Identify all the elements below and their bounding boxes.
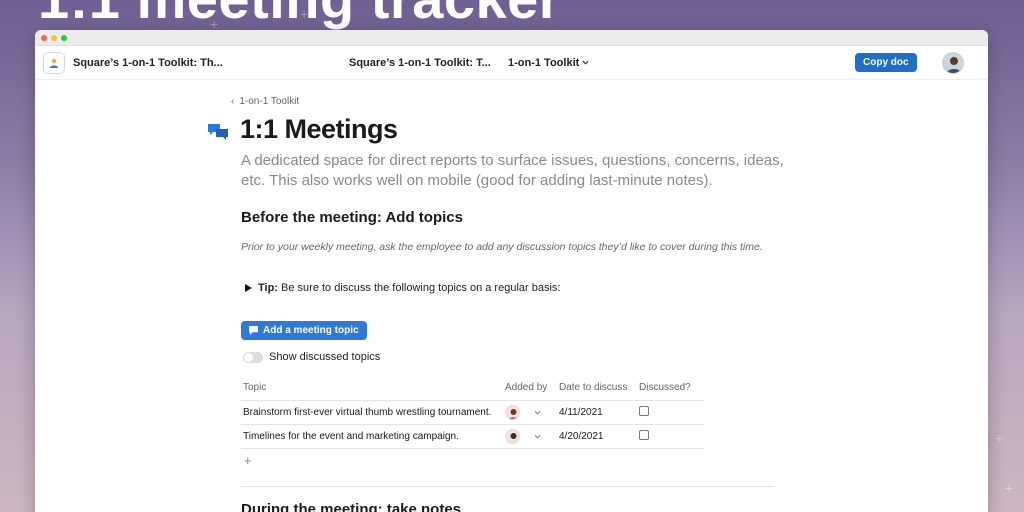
chevron-down-icon[interactable] [534,433,541,440]
tip-text: Be sure to discuss the following topics … [281,282,561,294]
added-by-cell[interactable] [503,400,557,425]
maximize-window-button[interactable] [61,34,67,41]
app-header: Square’s 1-on-1 Toolkit: Th... Square’s … [35,46,988,80]
column-header-topic[interactable]: Topic [241,375,503,401]
app-window: Square’s 1-on-1 Toolkit: Th... Square’s … [35,30,988,512]
chevron-down-icon[interactable] [534,409,541,416]
column-header-date[interactable]: Date to discuss [557,375,637,401]
discussed-cell [637,400,704,425]
section-heading-before: Before the meeting: Add topics [241,209,463,226]
added-by-cell[interactable] [503,424,557,449]
chat-bubbles-icon [207,122,229,147]
doc-logo-icon[interactable] [43,51,65,74]
topic-cell[interactable]: Timelines for the event and marketing ca… [241,424,503,449]
discussed-checkbox[interactable] [639,405,649,416]
table-row[interactable]: Timelines for the event and marketing ca… [241,424,704,449]
copy-doc-button[interactable]: Copy doc [855,53,917,72]
window-titlebar [35,30,988,46]
show-discussed-label: Show discussed topics [269,351,381,363]
date-cell[interactable]: 4/11/2021 [557,400,637,425]
user-avatar[interactable] [942,52,964,74]
minimize-window-button[interactable] [51,34,57,41]
tip-label: Tip: [258,282,278,294]
page-subtitle: A dedicated space for direct reports to … [241,152,784,189]
section-divider [241,486,774,487]
column-header-added-by[interactable]: Added by [503,375,557,401]
add-meeting-topic-button[interactable]: Add a meeting topic [241,321,367,340]
close-window-button[interactable] [41,34,47,41]
chevron-down-icon [582,60,589,65]
discussed-checkbox[interactable] [639,429,649,440]
section-heading-during: During the meeting: take notes [241,501,462,512]
toolkit-menu[interactable]: 1-on-1 Toolkit [508,57,589,69]
triangle-right-icon [245,284,252,292]
toolkit-menu-label: 1-on-1 Toolkit [508,56,580,69]
doc-title[interactable]: Square’s 1-on-1 Toolkit: Th... [73,57,223,69]
tip-collapsible[interactable]: Tip: Be sure to discuss the following to… [245,282,560,294]
sparkle-icon: + [300,6,309,22]
user-avatar [505,428,520,444]
user-avatar [505,404,520,420]
sparkle-icon: + [995,430,1004,446]
breadcrumb-link[interactable]: 1-on-1 Toolkit [239,96,299,107]
show-discussed-toggle-row[interactable]: Show discussed topics [243,351,380,363]
page-nav-title[interactable]: Square’s 1-on-1 Toolkit: T... [349,57,491,69]
discussed-cell [637,424,704,449]
breadcrumb[interactable]: ‹ 1-on-1 Toolkit [231,96,299,107]
page-title: 1:1 Meetings [240,114,398,144]
topic-cell[interactable]: Brainstorm first-ever virtual thumb wres… [241,400,503,425]
chat-bubble-icon [249,326,258,335]
instruction-note: Prior to your weekly meeting, ask the em… [241,241,763,253]
add-meeting-topic-label: Add a meeting topic [263,325,359,336]
table-row[interactable]: Brainstorm first-ever virtual thumb wres… [241,400,704,425]
sparkle-icon: + [1005,480,1014,496]
doc-content: ‹ 1-on-1 Toolkit 1:1 Meetings A dedicate… [35,80,988,512]
column-header-discussed[interactable]: Discussed? [637,375,704,401]
topics-table: Topic Added by Date to discuss Discussed… [241,375,704,449]
date-cell[interactable]: 4/20/2021 [557,424,637,449]
chevron-left-icon: ‹ [231,96,235,107]
add-row-plus-icon[interactable]: + [244,453,252,468]
show-discussed-toggle[interactable] [243,351,263,363]
table-header-row: Topic Added by Date to discuss Discussed… [241,375,704,401]
